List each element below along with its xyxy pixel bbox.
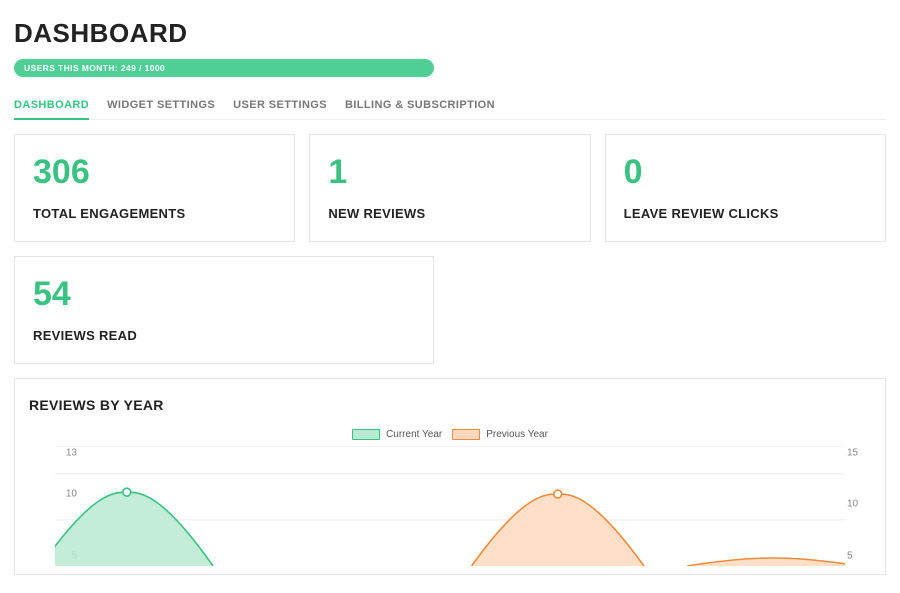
stat-card-leave-review-clicks: 0 LEAVE REVIEW CLICKS	[605, 134, 886, 242]
stat-card-new-reviews: 1 NEW REVIEWS	[309, 134, 590, 242]
stat-label: LEAVE REVIEW CLICKS	[624, 206, 867, 221]
stat-value: 0	[624, 153, 867, 192]
legend-label: Current Year	[386, 429, 442, 440]
stat-label: REVIEWS READ	[33, 328, 415, 343]
y-axis-left: 13 10 5	[29, 446, 53, 566]
tab-dashboard[interactable]: DASHBOARD	[14, 99, 89, 119]
stat-value: 1	[328, 153, 571, 192]
chart-title: REVIEWS BY YEAR	[29, 397, 871, 413]
ytick: 5	[847, 551, 871, 562]
chart-legend: Current Year Previous Year	[29, 429, 871, 440]
tabs: DASHBOARD WIDGET SETTINGS USER SETTINGS …	[14, 99, 886, 120]
legend-label: Previous Year	[486, 429, 548, 440]
page-title: DASHBOARD	[14, 18, 886, 49]
usage-bar-text: USERS THIS MONTH: 249 / 1000	[24, 63, 165, 73]
tab-widget-settings[interactable]: WIDGET SETTINGS	[107, 99, 215, 119]
stat-value: 54	[33, 275, 415, 314]
stat-card-total-engagements: 306 TOTAL ENGAGEMENTS	[14, 134, 295, 242]
legend-swatch	[452, 429, 480, 440]
legend-item-previous-year[interactable]: Previous Year	[452, 429, 548, 440]
stat-value: 306	[33, 153, 276, 192]
stat-label: NEW REVIEWS	[328, 206, 571, 221]
ytick: 10	[847, 498, 871, 509]
tab-billing[interactable]: BILLING & SUBSCRIPTION	[345, 99, 495, 119]
stat-label: TOTAL ENGAGEMENTS	[33, 206, 276, 221]
chart-area: 13 10 5 15 10 5	[29, 446, 871, 566]
y-axis-right: 15 10 5	[847, 446, 871, 566]
usage-bar: USERS THIS MONTH: 249 / 1000	[14, 59, 434, 77]
tab-user-settings[interactable]: USER SETTINGS	[233, 99, 327, 119]
legend-swatch	[352, 429, 380, 440]
stat-card-reviews-read: 54 REVIEWS READ	[14, 256, 434, 364]
chart-card-reviews-by-year: REVIEWS BY YEAR Current Year Previous Ye…	[14, 378, 886, 575]
ytick: 15	[847, 448, 871, 459]
chart-svg	[55, 446, 845, 566]
legend-item-current-year[interactable]: Current Year	[352, 429, 442, 440]
